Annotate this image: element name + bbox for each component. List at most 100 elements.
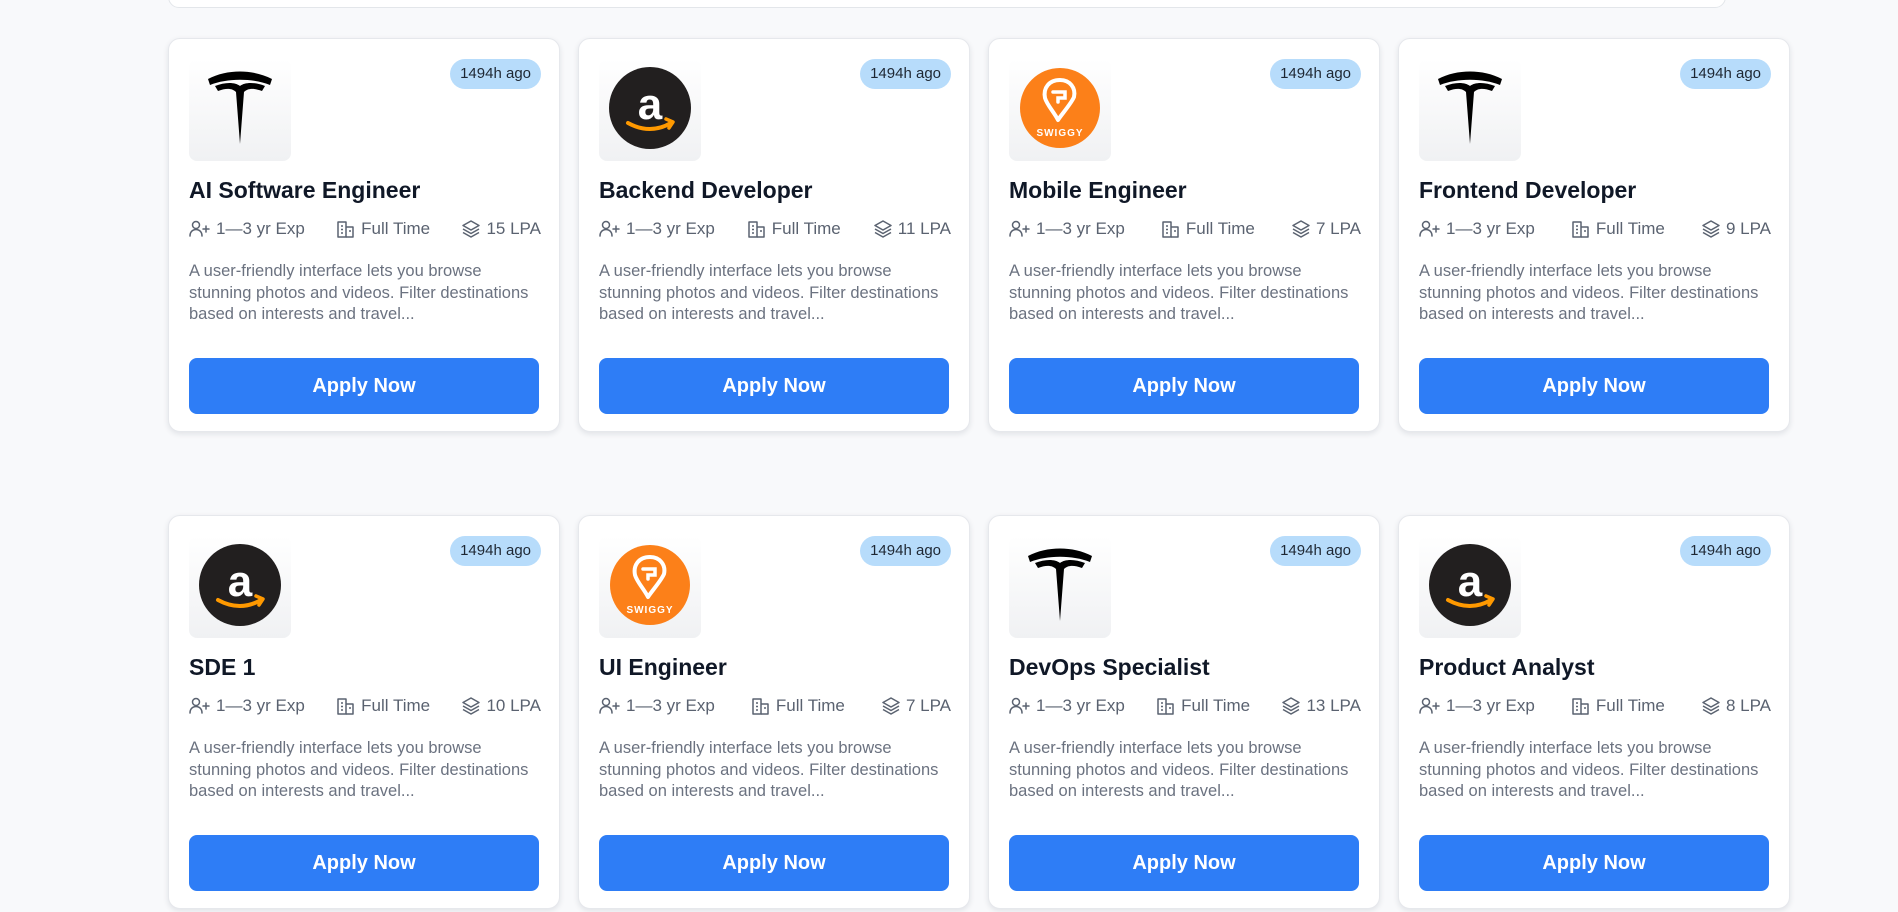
job-title[interactable]: AI Software Engineer bbox=[189, 177, 420, 204]
company-logo: a bbox=[1419, 536, 1521, 638]
salary-info: 7 LPA bbox=[881, 696, 951, 716]
user-plus-icon bbox=[1009, 220, 1031, 238]
salary-text: 7 LPA bbox=[905, 696, 951, 715]
job-type-info: Full Time bbox=[751, 696, 845, 716]
apply-now-button[interactable]: Apply Now bbox=[1009, 358, 1359, 414]
layers-icon bbox=[1701, 696, 1721, 716]
building-icon bbox=[1156, 697, 1176, 715]
salary-info: 13 LPA bbox=[1281, 696, 1361, 716]
company-logo: SWIGGY bbox=[1009, 59, 1111, 161]
user-plus-icon bbox=[1419, 220, 1441, 238]
job-type-text: Full Time bbox=[361, 219, 431, 238]
job-type-text: Full Time bbox=[775, 696, 845, 715]
salary-info: 15 LPA bbox=[461, 219, 541, 239]
job-description: A user-friendly interface lets you brows… bbox=[189, 739, 529, 800]
job-meta: 1—3 yr Exp Full Time 7 LPA bbox=[1009, 217, 1361, 241]
building-icon bbox=[751, 697, 771, 715]
tesla-logo bbox=[205, 70, 275, 151]
salary-info: 9 LPA bbox=[1701, 219, 1771, 239]
company-logo: a bbox=[599, 59, 701, 161]
company-logo: SWIGGY bbox=[599, 536, 701, 638]
job-description: A user-friendly interface lets you brows… bbox=[599, 739, 939, 800]
salary-text: 9 LPA bbox=[1725, 219, 1771, 238]
posted-time-badge: 1494h ago bbox=[450, 59, 541, 89]
user-plus-icon bbox=[599, 697, 621, 715]
job-title[interactable]: DevOps Specialist bbox=[1009, 654, 1210, 681]
job-title[interactable]: SDE 1 bbox=[189, 654, 255, 681]
job-card[interactable]: a 1494h ago Backend Developer 1—3 yr Exp Ful… bbox=[578, 38, 970, 432]
experience-text: 1—3 yr Exp bbox=[1446, 219, 1535, 238]
salary-text: 11 LPA bbox=[897, 219, 951, 238]
building-icon bbox=[1571, 697, 1591, 715]
experience-info: 1—3 yr Exp bbox=[599, 696, 715, 716]
job-card[interactable]: 1494h ago AI Software Engineer 1—3 yr Exp F… bbox=[168, 38, 560, 432]
company-logo bbox=[1009, 536, 1111, 638]
job-type-text: Full Time bbox=[361, 696, 431, 715]
job-description: A user-friendly interface lets you brows… bbox=[1009, 262, 1349, 323]
tesla-logo bbox=[1025, 547, 1095, 628]
experience-info: 1—3 yr Exp bbox=[1419, 219, 1535, 239]
job-type-text: Full Time bbox=[1181, 696, 1251, 715]
job-card[interactable]: 1494h ago Frontend Developer 1—3 yr Exp Ful… bbox=[1398, 38, 1790, 432]
user-plus-icon bbox=[189, 220, 211, 238]
experience-text: 1—3 yr Exp bbox=[1036, 219, 1125, 238]
job-type-text: Full Time bbox=[1185, 219, 1255, 238]
apply-now-button[interactable]: Apply Now bbox=[1419, 358, 1769, 414]
user-plus-icon bbox=[189, 697, 211, 715]
job-type-info: Full Time bbox=[336, 219, 430, 239]
building-icon bbox=[1161, 220, 1181, 238]
layers-icon bbox=[1291, 219, 1311, 239]
salary-info: 7 LPA bbox=[1291, 219, 1361, 239]
job-card[interactable]: SWIGGY 1494h ago UI Engineer 1—3 yr Exp Full… bbox=[578, 515, 970, 909]
experience-info: 1—3 yr Exp bbox=[189, 696, 305, 716]
job-title[interactable]: Product Analyst bbox=[1419, 654, 1595, 681]
job-card[interactable]: SWIGGY 1494h ago Mobile Engineer 1—3 yr Exp… bbox=[988, 38, 1380, 432]
svg-text:a: a bbox=[638, 80, 663, 129]
apply-now-button[interactable]: Apply Now bbox=[189, 358, 539, 414]
job-type-text: Full Time bbox=[1595, 696, 1665, 715]
job-meta: 1—3 yr Exp Full Time 15 LPA bbox=[189, 217, 541, 241]
posted-time-badge: 1494h ago bbox=[860, 536, 951, 566]
experience-text: 1—3 yr Exp bbox=[626, 219, 715, 238]
job-title[interactable]: Frontend Developer bbox=[1419, 177, 1636, 204]
user-plus-icon bbox=[599, 220, 621, 238]
experience-text: 1—3 yr Exp bbox=[1036, 696, 1125, 715]
job-type-info: Full Time bbox=[1161, 219, 1255, 239]
job-description: A user-friendly interface lets you brows… bbox=[599, 262, 939, 323]
job-meta: 1—3 yr Exp Full Time 11 LPA bbox=[599, 217, 951, 241]
experience-info: 1—3 yr Exp bbox=[1419, 696, 1535, 716]
apply-now-button[interactable]: Apply Now bbox=[599, 835, 949, 891]
svg-text:a: a bbox=[228, 557, 253, 606]
job-listings-page: 1494h ago AI Software Engineer 1—3 yr Exp F… bbox=[0, 0, 1898, 912]
salary-info: 10 LPA bbox=[461, 696, 541, 716]
posted-time-badge: 1494h ago bbox=[1680, 59, 1771, 89]
job-description: A user-friendly interface lets you brows… bbox=[189, 262, 529, 323]
job-title[interactable]: Mobile Engineer bbox=[1009, 177, 1187, 204]
job-card[interactable]: 1494h ago DevOps Specialist 1—3 yr Exp Full… bbox=[988, 515, 1380, 909]
job-type-info: Full Time bbox=[1571, 696, 1665, 716]
salary-text: 15 LPA bbox=[486, 219, 541, 238]
apply-now-button[interactable]: Apply Now bbox=[189, 835, 539, 891]
apply-now-button[interactable]: Apply Now bbox=[599, 358, 949, 414]
company-logo bbox=[189, 59, 291, 161]
experience-text: 1—3 yr Exp bbox=[216, 219, 305, 238]
job-meta: 1—3 yr Exp Full Time 8 LPA bbox=[1419, 694, 1771, 718]
company-logo: a bbox=[189, 536, 291, 638]
experience-text: 1—3 yr Exp bbox=[216, 696, 305, 715]
salary-info: 11 LPA bbox=[873, 219, 951, 239]
experience-text: 1—3 yr Exp bbox=[1446, 696, 1535, 715]
apply-now-button[interactable]: Apply Now bbox=[1009, 835, 1359, 891]
job-card[interactable]: a 1494h ago SDE 1 1—3 yr Exp Full Time 10 LPA… bbox=[168, 515, 560, 909]
layers-icon bbox=[1281, 696, 1301, 716]
amazon-logo: a bbox=[1429, 543, 1511, 631]
apply-now-button[interactable]: Apply Now bbox=[1419, 835, 1769, 891]
experience-info: 1—3 yr Exp bbox=[189, 219, 305, 239]
posted-time-badge: 1494h ago bbox=[1270, 59, 1361, 89]
job-description: A user-friendly interface lets you brows… bbox=[1009, 739, 1349, 800]
job-card[interactable]: a 1494h ago Product Analyst 1—3 yr Exp Full … bbox=[1398, 515, 1790, 909]
job-title[interactable]: Backend Developer bbox=[599, 177, 812, 204]
layers-icon bbox=[881, 696, 901, 716]
experience-text: 1—3 yr Exp bbox=[626, 696, 715, 715]
job-title[interactable]: UI Engineer bbox=[599, 654, 727, 681]
job-meta: 1—3 yr Exp Full Time 9 LPA bbox=[1419, 217, 1771, 241]
